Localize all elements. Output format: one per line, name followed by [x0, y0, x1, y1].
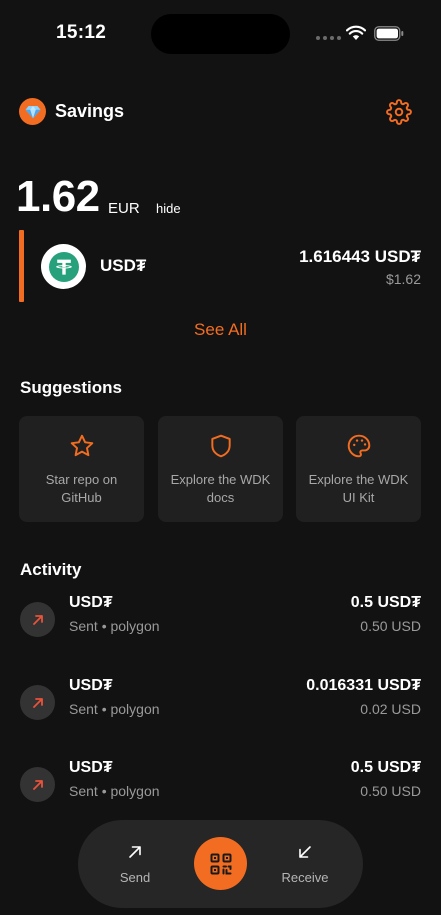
- token-fiat-value: $1.62: [385, 271, 421, 287]
- activity-amount: 0.5 USD₮: [350, 759, 421, 776]
- battery-icon: [374, 26, 404, 41]
- activity-item[interactable]: USD₮ Sent • polygon 0.5 USD₮ 0.50 USD: [0, 759, 441, 811]
- activity-fiat: 0.50 USD: [360, 618, 421, 634]
- header: Savings: [0, 94, 441, 130]
- activity-amount: 0.016331 USD₮: [306, 677, 421, 694]
- activity-token: USD₮: [69, 759, 113, 776]
- hide-balance-button[interactable]: hide: [156, 201, 181, 216]
- wallet-name[interactable]: Savings: [55, 101, 124, 122]
- dynamic-island: [151, 14, 290, 54]
- settings-button[interactable]: [385, 98, 413, 126]
- gear-icon: [386, 99, 412, 125]
- activity-network: Sent • polygon: [69, 618, 160, 634]
- activity-network: Sent • polygon: [69, 783, 160, 799]
- activity-fiat: 0.02 USD: [360, 701, 421, 717]
- palette-icon: [347, 434, 370, 458]
- token-accent-bar: [19, 230, 24, 302]
- wallet-avatar[interactable]: [19, 98, 46, 125]
- qr-code-icon: [210, 853, 231, 874]
- activity-network: Sent • polygon: [69, 701, 160, 717]
- suggestion-card-wdk-docs[interactable]: Explore the WDK docs: [158, 416, 283, 522]
- send-label: Send: [119, 870, 151, 885]
- activity-amount: 0.5 USD₮: [350, 594, 421, 611]
- see-all-link[interactable]: See All: [0, 320, 441, 340]
- status-time: 15:12: [56, 22, 107, 43]
- suggestion-card-star-repo[interactable]: Star repo on GitHub: [19, 416, 144, 522]
- suggestion-card-wdk-ui-kit[interactable]: Explore the WDK UI Kit: [296, 416, 421, 522]
- activity-item[interactable]: USD₮ Sent • polygon 0.016331 USD₮ 0.02 U…: [0, 677, 441, 729]
- activity-item[interactable]: USD₮ Sent • polygon 0.5 USD₮ 0.50 USD: [0, 594, 441, 646]
- sent-arrow-icon: [20, 602, 55, 637]
- suggestion-label: Star repo on GitHub: [45, 472, 118, 505]
- sent-arrow-icon: [20, 685, 55, 720]
- total-balance: 1.62 EUR hide: [16, 172, 316, 222]
- send-button[interactable]: Send: [98, 844, 172, 888]
- activity-token: USD₮: [69, 594, 113, 611]
- token-name: USD₮: [100, 256, 147, 275]
- diamond-icon: [25, 105, 40, 118]
- balance-amount: 1.62: [16, 172, 100, 221]
- suggestion-label: Explore the WDK UI Kit: [308, 472, 409, 505]
- status-bar: 15:12: [0, 0, 441, 70]
- receive-button[interactable]: Receive: [268, 844, 342, 888]
- activity-title: Activity: [20, 560, 82, 579]
- shield-icon: [210, 434, 231, 458]
- activity-fiat: 0.50 USD: [360, 783, 421, 799]
- star-icon: [70, 434, 93, 457]
- activity-token: USD₮: [69, 677, 113, 694]
- send-arrow-icon: [129, 846, 141, 858]
- signal-icon: [316, 36, 341, 42]
- suggestion-label: Explore the WDK docs: [170, 472, 271, 505]
- wifi-icon: [346, 25, 366, 40]
- balance-currency: EUR: [108, 200, 140, 217]
- receive-label: Receive: [281, 870, 329, 885]
- token-amount: 1.616443 USD₮: [299, 247, 421, 266]
- bottom-action-bar: Send Receive: [78, 820, 363, 908]
- scan-qr-button[interactable]: [194, 837, 247, 890]
- receive-arrow-icon: [299, 846, 311, 858]
- token-row-usdt[interactable]: USD₮ 1.616443 USD₮ $1.62: [19, 230, 421, 302]
- suggestions-title: Suggestions: [20, 378, 123, 397]
- sent-arrow-icon: [20, 767, 55, 802]
- tether-logo-icon: [41, 244, 86, 289]
